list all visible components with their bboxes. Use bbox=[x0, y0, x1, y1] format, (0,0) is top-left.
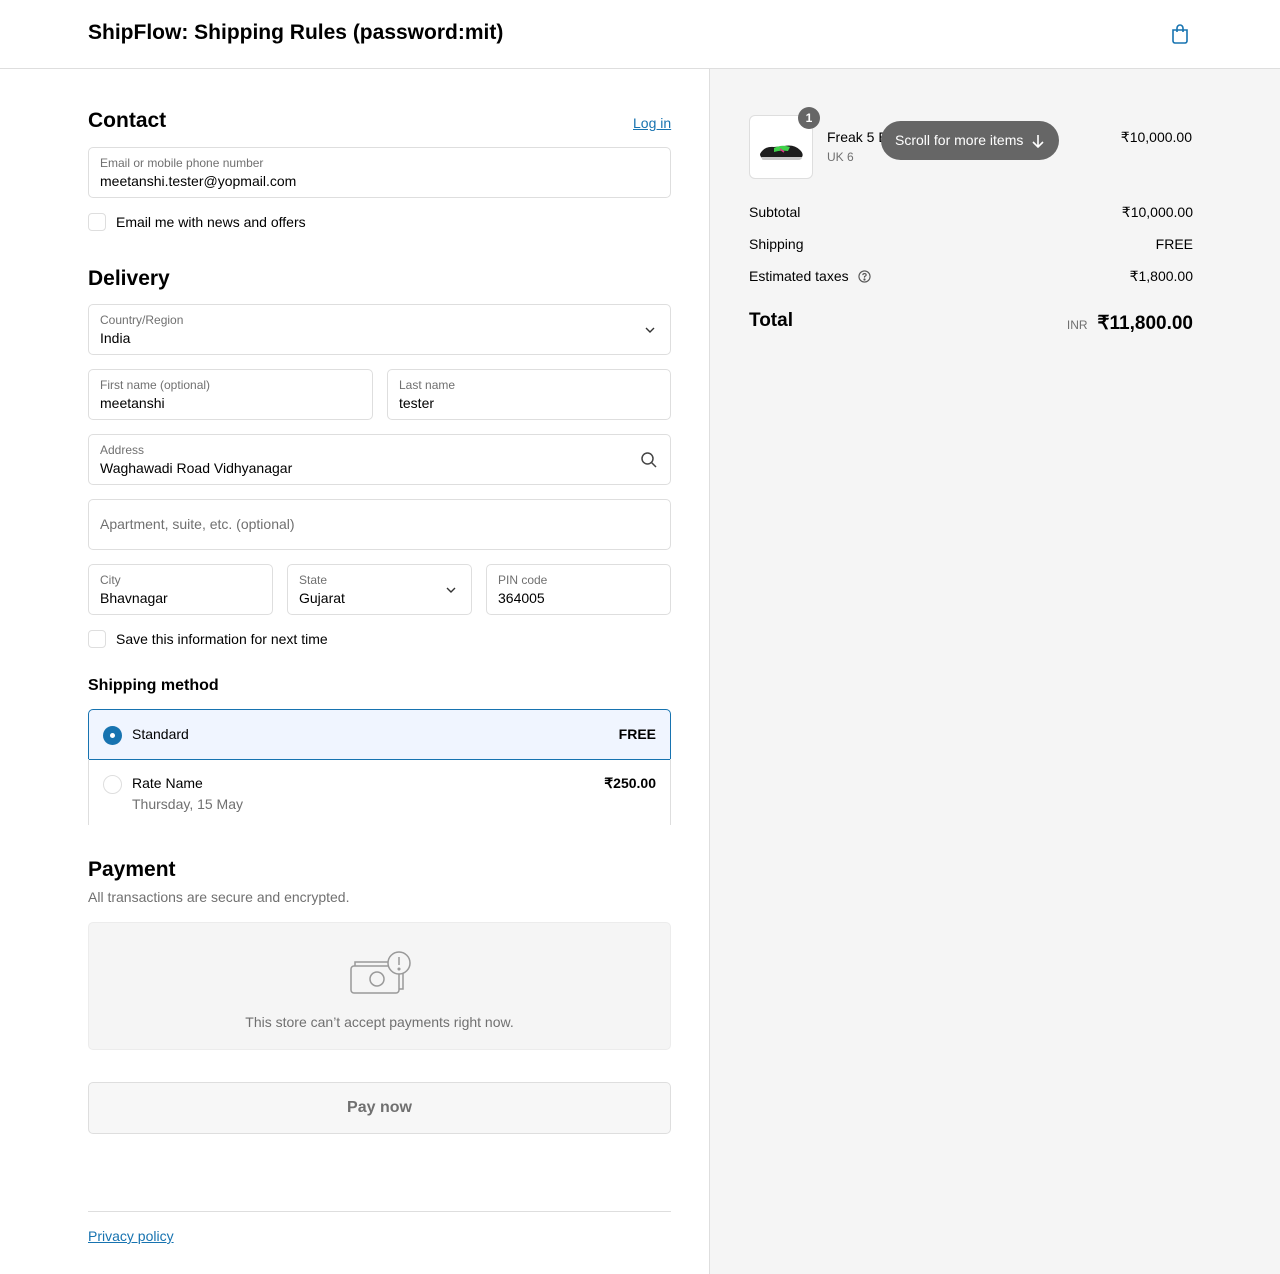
address-label: Address bbox=[100, 443, 145, 457]
delivery-heading: Delivery bbox=[88, 267, 170, 290]
shipping-option-standard[interactable]: Standard FREE bbox=[88, 709, 671, 760]
product-variant: UK 6 bbox=[827, 150, 854, 164]
country-value: India bbox=[100, 330, 131, 346]
taxes-label: Estimated taxes bbox=[749, 268, 849, 284]
news-checkbox-label: Email me with news and offers bbox=[116, 214, 306, 230]
address-value: Waghawadi Road Vidhyanagar bbox=[100, 460, 293, 476]
city-label: City bbox=[100, 573, 121, 587]
pin-code-value: 364005 bbox=[498, 590, 545, 606]
subtotal-row: Subtotal ₹10,000.00 bbox=[749, 204, 1193, 220]
country-label: Country/Region bbox=[100, 313, 184, 327]
address-field[interactable]: Address Waghawadi Road Vidhyanagar bbox=[88, 434, 671, 485]
last-name-label: Last name bbox=[399, 378, 456, 392]
arrow-down-icon bbox=[1032, 134, 1044, 148]
scroll-hint-label: Scroll for more items bbox=[895, 132, 1024, 148]
chevron-down-icon bbox=[446, 587, 456, 593]
email-label: Email or mobile phone number bbox=[100, 156, 264, 170]
apartment-field[interactable]: Apartment, suite, etc. (optional) bbox=[88, 499, 671, 550]
state-value: Gujarat bbox=[299, 590, 345, 606]
order-summary: 1 Freak 5 E UK 6 ₹10,000.00 Scroll for m… bbox=[709, 69, 1280, 1274]
news-checkbox-box[interactable] bbox=[88, 213, 106, 231]
email-field[interactable]: Email or mobile phone number meetanshi.t… bbox=[88, 147, 671, 198]
first-name-value: meetanshi bbox=[100, 395, 165, 411]
radio-unselected[interactable] bbox=[103, 775, 122, 794]
help-icon[interactable] bbox=[857, 270, 871, 283]
shipping-options: Standard FREE Rate Name Thursday, 15 May… bbox=[88, 709, 671, 825]
shipping-row: Shipping FREE bbox=[749, 236, 1193, 252]
cash-warning-icon bbox=[350, 951, 411, 994]
contact-heading: Contact bbox=[88, 109, 167, 132]
save-info-checkbox-box[interactable] bbox=[88, 630, 106, 648]
shipping-option-price: FREE bbox=[618, 726, 656, 742]
city-value: Bhavnagar bbox=[100, 590, 168, 606]
total-label: Total bbox=[749, 310, 793, 331]
scroll-more-items-button[interactable]: Scroll for more items bbox=[881, 121, 1060, 160]
shipping-option-price: ₹250.00 bbox=[604, 775, 656, 791]
pay-now-button[interactable]: Pay now bbox=[88, 1082, 671, 1134]
payment-unavailable-message: This store can’t accept payments right n… bbox=[245, 1014, 514, 1030]
total-row: Total INR ₹11,800.00 bbox=[749, 310, 1193, 340]
subtotal-label: Subtotal bbox=[749, 204, 801, 220]
last-name-value: tester bbox=[399, 395, 435, 411]
state-label: State bbox=[299, 573, 328, 587]
product-price: ₹10,000.00 bbox=[1120, 129, 1192, 145]
city-field[interactable]: City Bhavnagar bbox=[88, 564, 273, 615]
checkout-header: ShipFlow: Shipping Rules (password:mit) bbox=[0, 0, 1280, 69]
save-info-checkbox[interactable]: Save this information for next time bbox=[88, 630, 328, 648]
state-select[interactable]: State Gujarat bbox=[287, 564, 472, 615]
footer-divider bbox=[88, 1211, 671, 1212]
total-value: ₹11,800.00 bbox=[1097, 313, 1193, 334]
shipping-option-name: Standard bbox=[132, 726, 189, 742]
country-select[interactable]: Country/Region India bbox=[88, 304, 671, 355]
news-checkbox[interactable]: Email me with news and offers bbox=[88, 213, 306, 231]
quantity-badge: 1 bbox=[798, 107, 820, 129]
payment-heading: Payment bbox=[88, 858, 176, 881]
chevron-down-icon bbox=[645, 327, 655, 333]
email-value: meetanshi.tester@yopmail.com bbox=[100, 173, 297, 189]
taxes-value: ₹1,800.00 bbox=[1129, 268, 1193, 284]
pin-code-field[interactable]: PIN code 364005 bbox=[486, 564, 671, 615]
shipping-option-date: Thursday, 15 May bbox=[132, 796, 244, 812]
shipping-label: Shipping bbox=[749, 236, 804, 252]
shipping-method-heading: Shipping method bbox=[88, 677, 219, 694]
pin-code-label: PIN code bbox=[498, 573, 548, 587]
shipping-value: FREE bbox=[1155, 236, 1193, 252]
shipping-option-rate-name[interactable]: Rate Name Thursday, 15 May ₹250.00 bbox=[88, 759, 671, 825]
first-name-label: First name (optional) bbox=[100, 378, 211, 392]
apartment-placeholder: Apartment, suite, etc. (optional) bbox=[100, 516, 295, 532]
subtotal-value: ₹10,000.00 bbox=[1121, 204, 1193, 220]
payment-subheading: All transactions are secure and encrypte… bbox=[88, 889, 350, 905]
login-link[interactable]: Log in bbox=[633, 115, 671, 131]
last-name-field[interactable]: Last name tester bbox=[387, 369, 671, 420]
radio-selected[interactable] bbox=[103, 726, 122, 745]
save-info-label: Save this information for next time bbox=[116, 631, 328, 647]
shipping-option-name: Rate Name bbox=[132, 775, 203, 791]
checkout-form: Contact Log in Email or mobile phone num… bbox=[0, 69, 710, 1274]
privacy-policy-link[interactable]: Privacy policy bbox=[88, 1228, 174, 1244]
store-title[interactable]: ShipFlow: Shipping Rules (password:mit) bbox=[88, 21, 503, 45]
payment-unavailable-box: This store can’t accept payments right n… bbox=[88, 922, 671, 1050]
shopping-bag-icon[interactable] bbox=[1168, 22, 1192, 46]
currency-code: INR bbox=[1066, 318, 1088, 332]
product-name: Freak 5 E bbox=[827, 129, 888, 145]
search-icon[interactable] bbox=[640, 451, 658, 469]
taxes-row: Estimated taxes ₹1,800.00 bbox=[749, 268, 1193, 284]
first-name-field[interactable]: First name (optional) meetanshi bbox=[88, 369, 373, 420]
